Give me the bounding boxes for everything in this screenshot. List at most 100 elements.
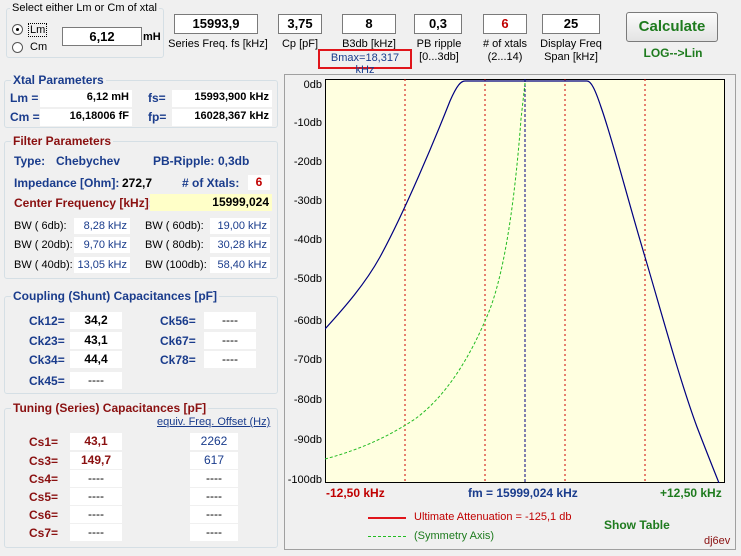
mode-select-group: Select either Lm or Cm of xtal Lm Cm 6,1… (6, 2, 164, 58)
legend-ultimate-label: Ultimate Attenuation = -125,1 db (414, 511, 572, 523)
bw-40db-label: BW ( 40db): (14, 259, 73, 271)
ck23-label: Ck23= (29, 334, 65, 348)
ck12-value: 34,2 (70, 312, 122, 329)
cs6-label: Cs6= (29, 508, 59, 522)
ck78-value: ---- (204, 351, 256, 368)
series-freq-label: Series Freq. fs [kHz] (168, 38, 268, 50)
bw-60db-label: BW ( 60db): (145, 220, 204, 232)
y-label-0: 0db (303, 79, 322, 91)
fp-value: 16028,367 kHz (172, 109, 272, 126)
ck78-label: Ck78= (160, 353, 196, 367)
impedance-value: 272,7 (122, 176, 153, 190)
ck12-label: Ck12= (29, 314, 65, 328)
lm-value: 6,12 mH (40, 90, 132, 107)
cs7-offset: ---- (190, 524, 238, 541)
radio-cm-dot[interactable] (12, 42, 23, 53)
display-span-input[interactable]: 25 (542, 14, 600, 34)
calculate-button[interactable]: Calculate (626, 12, 718, 42)
ck45-value: ---- (70, 372, 122, 389)
bw-20db-label: BW ( 20db): (14, 239, 73, 251)
cs1-offset: 2262 (190, 433, 238, 450)
legend-symmetry-line (368, 536, 406, 537)
filter-params-title: Filter Parameters (11, 134, 114, 148)
coupling-title: Coupling (Shunt) Capacitances [pF] (11, 289, 219, 303)
cs3-offset: 617 (190, 452, 238, 469)
radio-cm-label: Cm (30, 41, 48, 53)
inductance-input[interactable]: 6,12 (62, 27, 142, 46)
radio-lm[interactable]: Lm (12, 23, 52, 37)
type-label: Type: (14, 154, 46, 168)
ck67-label: Ck67= (160, 334, 196, 348)
log-lin-toggle[interactable]: LOG-->Lin (630, 46, 716, 60)
ck56-value: ---- (204, 312, 256, 329)
ripple-value: 0,3db (218, 154, 250, 168)
y-label-20: -20db (293, 156, 322, 168)
num-xtals-input[interactable]: 6 (483, 14, 527, 34)
cs5-label: Cs5= (29, 490, 59, 504)
cs7-label: Cs7= (29, 526, 59, 540)
cs7-value: ---- (70, 524, 122, 541)
ck34-label: Ck34= (29, 353, 65, 367)
fs-value: 15993,900 kHz (172, 90, 272, 107)
x-right-label: +12,50 kHz (660, 486, 722, 500)
y-label-10: -10db (293, 117, 322, 129)
author-signature: dj6ev (704, 535, 731, 547)
fp-label: fp= (148, 110, 167, 124)
y-label-60: -60db (293, 315, 322, 327)
ck23-value: 43,1 (70, 332, 122, 349)
y-label-70: -70db (293, 354, 322, 366)
cm-label: Cm = (10, 110, 40, 124)
cs3-label: Cs3= (29, 454, 59, 468)
cs5-value: ---- (70, 488, 122, 505)
mode-select-title: Select either Lm or Cm of xtal (10, 2, 159, 14)
freq-offset-link[interactable]: equiv. Freq. Offset (Hz) (157, 416, 270, 428)
cs5-offset: ---- (190, 488, 238, 505)
series-freq-input[interactable]: 15993,9 (174, 14, 258, 34)
bw-40db-value: 13,05 kHz (74, 257, 130, 273)
bw-6db-label: BW ( 6db): (14, 220, 67, 232)
response-plot (325, 79, 725, 483)
center-freq-label: Center Frequency [kHz]: (14, 196, 153, 210)
impedance-label: Impedance [Ohm]: (14, 176, 120, 190)
show-table-button[interactable]: Show Table (604, 518, 670, 532)
radio-lm-dot[interactable] (12, 24, 23, 35)
cs6-value: ---- (70, 506, 122, 523)
cs6-offset: ---- (190, 506, 238, 523)
ck56-label: Ck56= (160, 314, 196, 328)
radio-cm[interactable]: Cm (12, 41, 52, 55)
bw-60db-value: 19,00 kHz (210, 218, 270, 234)
pb-ripple-input[interactable]: 0,3 (414, 14, 462, 34)
y-label-90: -90db (293, 434, 322, 446)
bw-20db-value: 9,70 kHz (74, 237, 130, 253)
lm-label: Lm = (10, 91, 39, 105)
cs1-label: Cs1= (29, 435, 59, 449)
y-label-40: -40db (293, 234, 322, 246)
ck34-value: 44,4 (70, 351, 122, 368)
cm-value: 16,18006 fF (40, 109, 132, 126)
legend-ultimate-line (368, 517, 406, 519)
center-freq-value: 15999,024 (150, 194, 272, 211)
tuning-title: Tuning (Series) Capacitances [pF] (11, 401, 209, 415)
ck67-value: ---- (204, 332, 256, 349)
y-label-30: -30db (293, 195, 322, 207)
y-label-100: -100db (287, 474, 322, 486)
x-left-label: -12,50 kHz (326, 486, 385, 500)
pb-ripple-label: PB ripple [0...3db] (416, 38, 462, 63)
radio-lm-label: Lm (28, 23, 48, 37)
bw-80db-value: 30,28 kHz (210, 237, 270, 253)
cs4-value: ---- (70, 470, 122, 487)
b3db-input[interactable]: 8 (342, 14, 396, 34)
num-xtals-result-value: 6 (248, 175, 270, 190)
ck45-label: Ck45= (29, 374, 65, 388)
cs3-value: 149,7 (70, 452, 122, 469)
bw-100db-value: 58,40 kHz (210, 257, 270, 273)
type-value: Chebychev (56, 154, 121, 168)
bmax-label: Bmax=18,317 kHz (330, 52, 400, 76)
cp-input[interactable]: 3,75 (278, 14, 322, 34)
ripple-label: PB-Ripple: (153, 154, 215, 168)
cs4-label: Cs4= (29, 472, 59, 486)
fs-label: fs= (148, 91, 166, 105)
num-xtals-result-label: # of Xtals: (182, 176, 240, 190)
inductance-unit: mH (143, 31, 161, 43)
bw-80db-label: BW ( 80db): (145, 239, 204, 251)
